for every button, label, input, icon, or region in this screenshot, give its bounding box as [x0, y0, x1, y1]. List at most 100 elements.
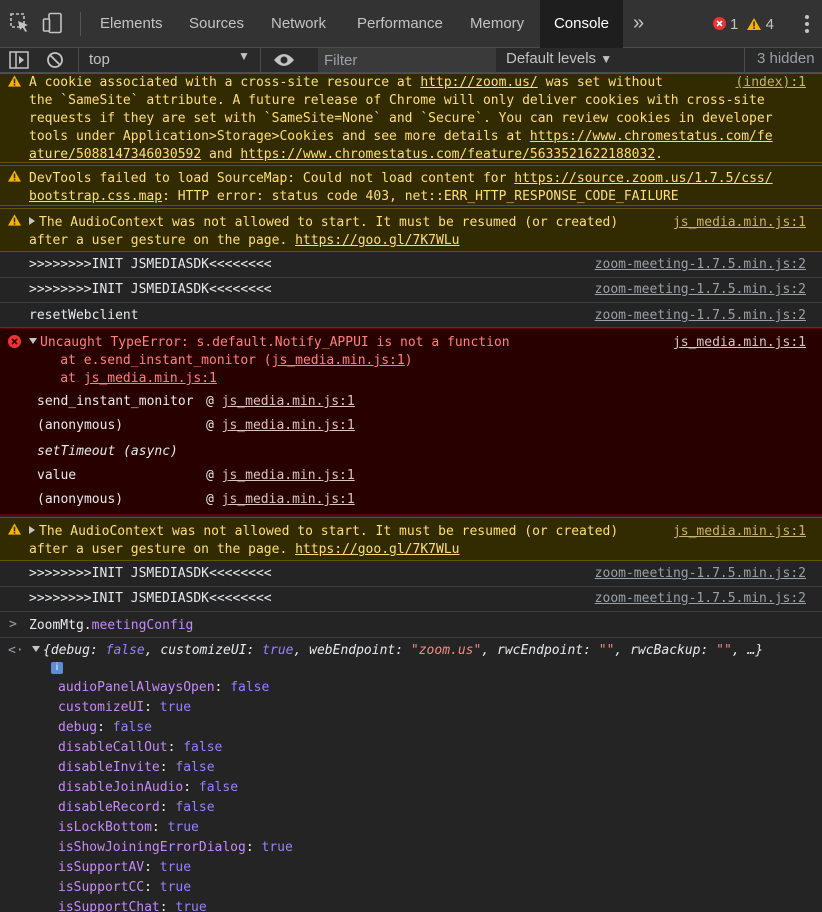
expand-triangle-icon [29, 526, 35, 534]
goo-gl-link[interactable]: https://goo.gl/7K7WLu [295, 542, 459, 557]
error-count: 1 [729, 16, 739, 33]
tab-sources[interactable]: Sources [189, 0, 244, 48]
object-property[interactable]: isLockBottom: true [58, 819, 199, 837]
error-icon [712, 17, 726, 30]
property-key: isShowJoiningErrorDialog [58, 840, 246, 855]
console-warning-audiocontext: The AudioContext was not allowed to star… [0, 208, 822, 252]
tab-performance[interactable]: Performance [357, 0, 443, 48]
goo-gl-link[interactable]: https://goo.gl/7K7WLu [295, 233, 459, 248]
property-key: disableCallOut [58, 740, 168, 755]
console-error: Uncaught TypeError: s.default.Notify_APP… [0, 328, 822, 515]
toolbar-divider [78, 48, 79, 72]
object-property[interactable]: disableCallOut: false [58, 739, 222, 757]
sourcemap-link[interactable]: https://source.zoom.us/1.7.5/css/ [514, 171, 772, 186]
filter-input[interactable] [318, 48, 496, 72]
object-property[interactable]: disableInvite: false [58, 759, 215, 777]
property-key: customizeUI [58, 700, 145, 715]
property-key: isSupportCC [58, 880, 145, 895]
object-property[interactable]: disableJoinAudio: false [58, 779, 238, 797]
context-selector[interactable]: top [89, 51, 110, 68]
stack-link[interactable]: js_media.min.js:1 [222, 418, 355, 433]
console-log: >>>>>>>>INIT JSMEDIASDK<<<<<<<< zoom-mee… [0, 587, 822, 612]
hidden-count[interactable]: 3 hidden [757, 50, 815, 67]
stack-link[interactable]: js_media.min.js:1 [222, 468, 355, 483]
tab-network[interactable]: Network [271, 0, 326, 48]
preview-value: "zoom.us" [410, 643, 482, 658]
preview-key: debug [50, 643, 90, 658]
stack-link[interactable]: js_media.min.js:1 [222, 394, 355, 409]
source-link[interactable]: js_media.min.js:1 [673, 334, 806, 352]
info-badge-icon[interactable]: i [51, 662, 63, 674]
tab-console[interactable]: Console [540, 0, 623, 48]
expand-triangle-icon [29, 217, 35, 225]
chromestatus-link-1-cont[interactable]: ature/5088147346030592 [29, 147, 201, 162]
sidebar-toggle-icon[interactable] [9, 51, 29, 69]
source-link[interactable]: zoom-meeting-1.7.5.min.js:2 [595, 590, 806, 608]
warning-count: 4 [765, 16, 774, 33]
stack-async-marker: setTimeout (async) [37, 444, 178, 459]
property-key: isSupportAV [58, 860, 145, 875]
object-property[interactable]: isShowJoiningErrorDialog: true [58, 839, 293, 857]
object-property[interactable]: debug: false [58, 719, 152, 737]
stack-function: value [37, 468, 77, 483]
eye-icon[interactable] [273, 52, 295, 68]
property-value: false [175, 760, 215, 775]
console-log: >>>>>>>>INIT JSMEDIASDK<<<<<<<< zoom-mee… [0, 562, 822, 587]
command-text[interactable]: ZoomMtg.meetingConfig [29, 617, 806, 635]
console-warning-audiocontext: The AudioContext was not allowed to star… [0, 517, 822, 561]
error-icon [8, 335, 21, 348]
cookie-link[interactable]: http://zoom.us/ [420, 75, 537, 90]
log-levels-dropdown[interactable]: Default levels ▼ [506, 50, 612, 67]
object-property[interactable]: isSupportCC: true [58, 879, 191, 897]
source-link[interactable]: js_media.min.js:1 [673, 214, 806, 232]
console-log: >>>>>>>>INIT JSMEDIASDK<<<<<<<< zoom-mee… [0, 278, 822, 303]
preview-key: rwcEndpoint [497, 643, 584, 658]
object-preview[interactable]: {debug: false, customizeUI: true, webEnd… [32, 642, 763, 660]
stack-link[interactable]: js_media.min.js:1 [222, 492, 355, 507]
issue-counts[interactable]: 1 4 [712, 16, 774, 33]
prompt-chevron-icon: > [9, 617, 17, 632]
property-value: true [261, 840, 293, 855]
object-property[interactable]: disableRecord: false [58, 799, 215, 817]
sourcemap-link-cont[interactable]: bootstrap.css.map [29, 189, 162, 204]
property-key: isLockBottom [58, 820, 152, 835]
clear-console-icon[interactable] [46, 51, 64, 69]
chromestatus-link-1[interactable]: https://www.chromestatus.com/fe [530, 129, 773, 144]
source-link[interactable]: (index):1 [729, 74, 806, 92]
kebab-menu-icon[interactable] [804, 14, 810, 34]
warning-icon [8, 75, 21, 87]
warning-icon [747, 18, 762, 30]
source-link[interactable]: zoom-meeting-1.7.5.min.js:2 [595, 281, 806, 299]
object-property[interactable]: customizeUI: true [58, 699, 191, 717]
inspect-element-icon[interactable] [9, 12, 31, 34]
property-value: false [198, 780, 239, 795]
result-arrow-icon: <· [8, 643, 24, 658]
chevron-down-icon[interactable]: ▼ [238, 49, 250, 63]
tab-memory[interactable]: Memory [470, 0, 524, 48]
preview-key: customizeUI [160, 643, 247, 658]
preview-value: "" [598, 643, 615, 658]
object-property[interactable]: isSupportChat: true [58, 899, 207, 912]
property-value: false [175, 800, 215, 815]
object-property[interactable]: isSupportAV: true [58, 859, 191, 877]
property-value: true [159, 880, 192, 895]
stack-link[interactable]: js_media.min.js:1 [84, 371, 217, 386]
source-link[interactable]: js_media.min.js:1 [673, 523, 806, 541]
preview-value: "" [716, 643, 732, 658]
source-link[interactable]: zoom-meeting-1.7.5.min.js:2 [595, 307, 806, 325]
source-link[interactable]: zoom-meeting-1.7.5.min.js:2 [595, 565, 806, 583]
collapse-triangle-icon [32, 646, 40, 652]
tab-elements[interactable]: Elements [100, 0, 163, 48]
source-link[interactable]: zoom-meeting-1.7.5.min.js:2 [595, 256, 806, 274]
property-value: false [183, 740, 223, 755]
device-toolbar-icon[interactable] [42, 12, 64, 34]
stack-function: (anonymous) [37, 418, 124, 433]
more-tabs-button[interactable]: » [633, 0, 644, 48]
property-value: false [230, 680, 270, 695]
object-property[interactable]: audioPanelAlwaysOpen: false [58, 679, 269, 697]
devtools-tab-bar: Elements Sources Network Performance Mem… [0, 0, 822, 48]
message-text: A cookie associated with a cross-site re… [29, 75, 773, 162]
stack-link[interactable]: js_media.min.js:1 [272, 353, 405, 368]
console-input: > ZoomMtg.meetingConfig [0, 613, 822, 638]
chromestatus-link-2[interactable]: https://www.chromestatus.com/feature/563… [240, 147, 655, 162]
